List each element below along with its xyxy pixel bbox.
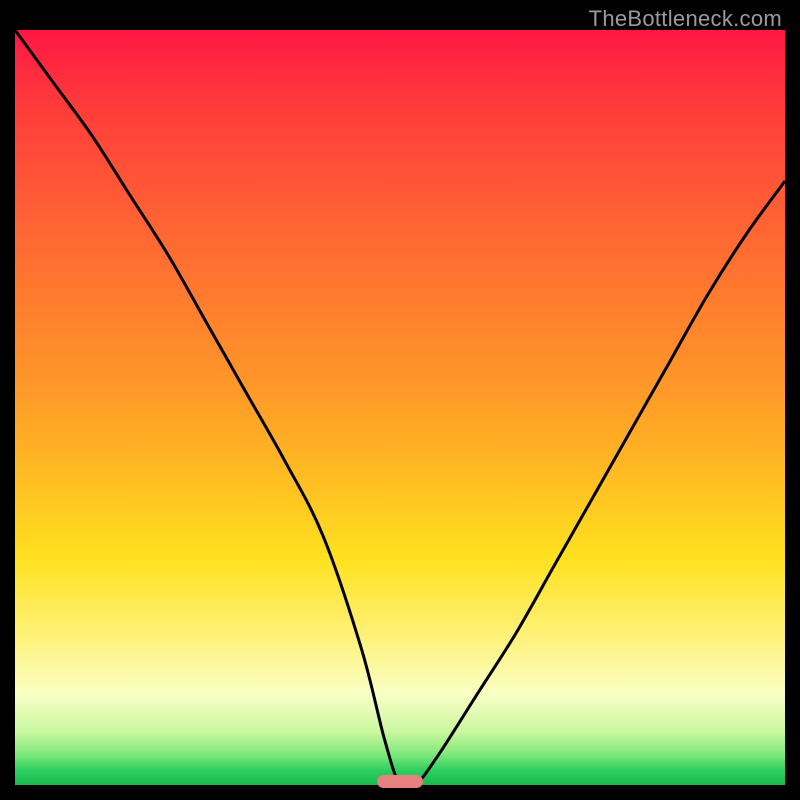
bottleneck-curve xyxy=(15,30,785,785)
optimum-marker xyxy=(377,775,423,788)
curve-path xyxy=(15,30,785,790)
chart-frame: TheBottleneck.com xyxy=(0,0,800,800)
plot-area xyxy=(15,30,785,785)
watermark-text: TheBottleneck.com xyxy=(589,6,782,32)
